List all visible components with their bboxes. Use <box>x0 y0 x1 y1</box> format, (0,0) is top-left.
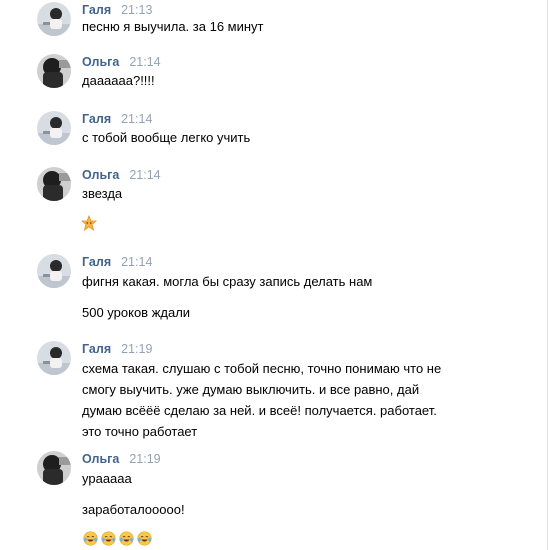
message-text: схема такая. слушаю с тобой песню, точно… <box>82 361 442 376</box>
tears-of-joy-emoji-icon <box>119 531 134 546</box>
galya-avatar[interactable] <box>37 254 71 288</box>
star-emoji-icon <box>81 215 97 231</box>
tears-of-joy-emoji-icon <box>83 531 98 546</box>
message-text: даааааа?!!!! <box>82 73 155 88</box>
message-author[interactable]: Ольга <box>82 55 119 69</box>
message-text: 500 уроков ждали <box>82 305 191 320</box>
message-time[interactable]: 21:14 <box>129 168 160 182</box>
galya-avatar[interactable] <box>37 111 71 145</box>
message-time[interactable]: 21:14 <box>121 112 152 126</box>
galya-avatar[interactable] <box>37 2 71 36</box>
olga-avatar[interactable] <box>37 451 71 485</box>
tears-of-joy-emoji-icon <box>137 531 152 546</box>
message-author[interactable]: Галя <box>82 3 111 17</box>
chat-history: Галя 21:13 песню я выучила. за 16 минут О… <box>0 0 548 550</box>
olga-avatar[interactable] <box>37 54 71 88</box>
message-text: урааааа <box>82 471 132 486</box>
message-time[interactable]: 21:13 <box>121 3 152 17</box>
message-author[interactable]: Ольга <box>82 452 119 466</box>
galya-avatar[interactable] <box>37 341 71 375</box>
message-text: песню я выучила. за 16 минут <box>82 19 264 34</box>
message-author[interactable]: Галя <box>82 112 111 126</box>
message-time[interactable]: 21:14 <box>121 255 152 269</box>
message-text: смогу выучить. уже думаю выключить. и вс… <box>82 382 420 397</box>
message-time[interactable]: 21:19 <box>129 452 160 466</box>
message-time[interactable]: 21:19 <box>121 342 152 356</box>
message-text: это точно работает <box>82 424 198 439</box>
tears-of-joy-emoji-icon <box>101 531 116 546</box>
message-text: фигня какая. могла бы сразу запись делат… <box>82 274 373 289</box>
message-text: с тобой вообще легко учить <box>82 130 251 145</box>
message-text: звезда <box>82 186 123 201</box>
message-time[interactable]: 21:14 <box>129 55 160 69</box>
olga-avatar[interactable] <box>37 167 71 201</box>
message-text: заработалоoooo! <box>82 502 185 517</box>
message-author[interactable]: Ольга <box>82 168 119 182</box>
message-text: думаю всёёё сделаю за ней. и всеё! получ… <box>82 403 437 418</box>
message-author[interactable]: Галя <box>82 342 111 356</box>
message-author[interactable]: Галя <box>82 255 111 269</box>
